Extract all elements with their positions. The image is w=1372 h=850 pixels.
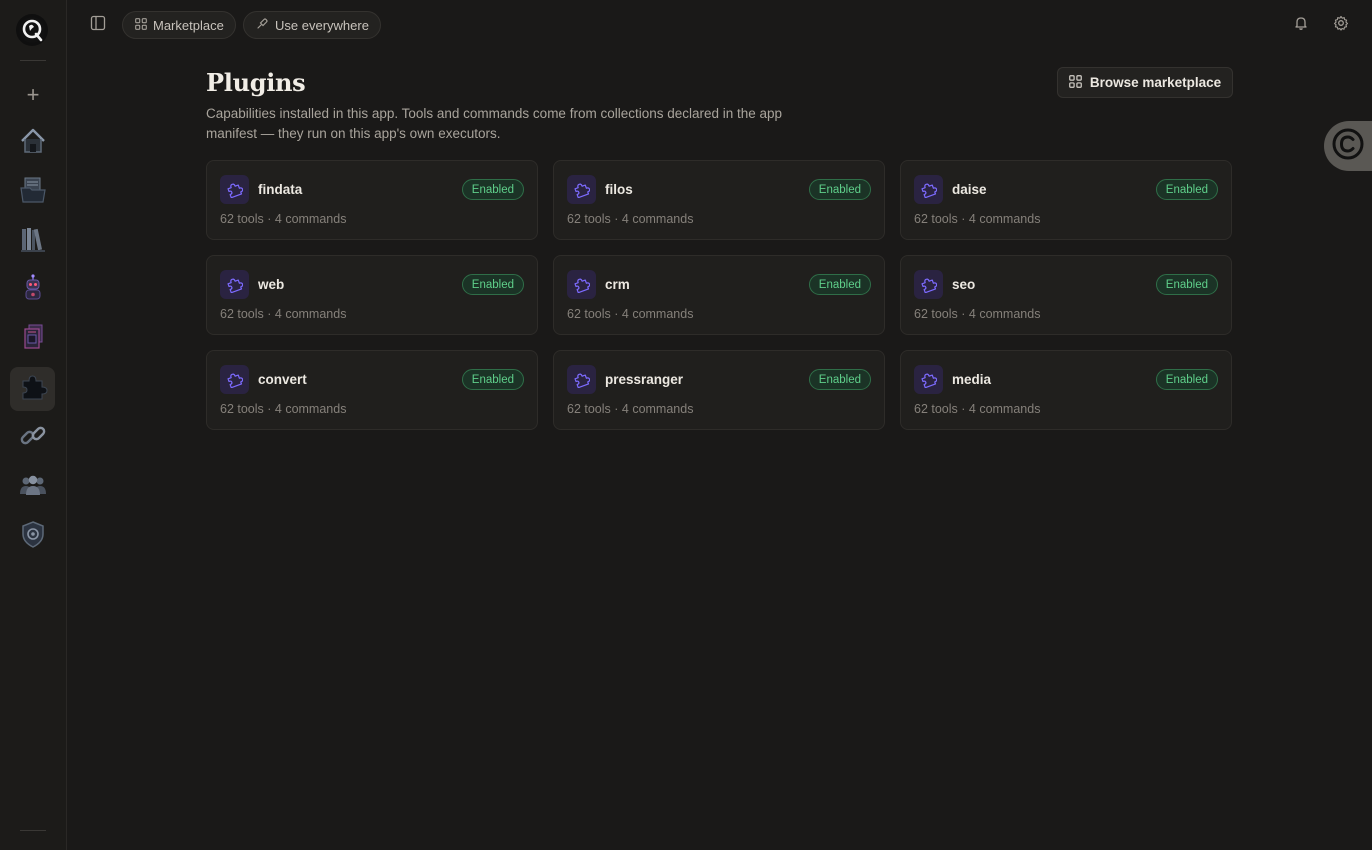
floating-widget-tab[interactable] [1324, 121, 1372, 171]
app-logo-icon[interactable] [16, 14, 48, 46]
plugin-card[interactable]: seo Enabled 62 tools · 4 commands [900, 255, 1232, 335]
plugin-name: convert [258, 372, 307, 387]
plugin-meta: 62 tools · 4 commands [567, 212, 694, 226]
top-bar: Marketplace Use everywhere [67, 0, 1372, 50]
people-group-icon [18, 470, 48, 505]
plugin-meta: 62 tools · 4 commands [914, 212, 1041, 226]
plugin-name: crm [605, 277, 630, 292]
plugin-name: seo [952, 277, 976, 292]
shield-security-icon [18, 519, 48, 554]
plugin-meta: 62 tools · 4 commands [220, 307, 347, 321]
plugin-grid: findata Enabled 62 tools · 4 commands fi… [206, 160, 1232, 430]
bell-icon [1293, 15, 1309, 36]
plugin-meta: 62 tools · 4 commands [220, 402, 347, 416]
puzzle-icon [914, 175, 943, 204]
new-item-button[interactable]: + [18, 80, 48, 110]
plugin-name: filos [605, 182, 633, 197]
link-chain-icon [18, 421, 48, 456]
puzzle-icon [220, 270, 249, 299]
sidebar-toggle-button[interactable] [87, 14, 109, 36]
rail-item-team[interactable] [10, 465, 55, 509]
rail-item-integrations[interactable] [10, 416, 55, 460]
icon-rail: + [0, 0, 67, 850]
plug-icon [256, 17, 269, 33]
plugin-name: daise [952, 182, 987, 197]
rail-item-home[interactable] [10, 121, 55, 165]
plugin-name: findata [258, 182, 303, 197]
plugin-card[interactable]: crm Enabled 62 tools · 4 commands [553, 255, 885, 335]
plugin-card[interactable]: web Enabled 62 tools · 4 commands [206, 255, 538, 335]
plugin-meta: 62 tools · 4 commands [914, 402, 1041, 416]
status-badge: Enabled [1155, 369, 1218, 390]
robot-agent-icon [18, 273, 48, 308]
gear-icon [1333, 15, 1349, 36]
puzzle-icon [220, 365, 249, 394]
folder-documents-icon [18, 175, 48, 210]
plugin-name: web [258, 277, 285, 292]
browse-marketplace-button[interactable]: Browse marketplace [1057, 67, 1233, 98]
browse-marketplace-label: Browse marketplace [1089, 75, 1222, 90]
plugin-card[interactable]: pressranger Enabled 62 tools · 4 command… [553, 350, 885, 430]
app-window: + Marketplace Use everywhere Plugins Cap… [0, 0, 1372, 850]
rail-divider-bottom [20, 830, 46, 831]
grid-icon [1068, 74, 1082, 91]
puzzle-icon [567, 175, 596, 204]
notifications-button[interactable] [1290, 14, 1312, 36]
puzzle-icon [567, 365, 596, 394]
rail-item-documents[interactable] [10, 170, 55, 214]
document-stack-icon [18, 322, 48, 357]
use-everywhere-label: Use everywhere [275, 17, 369, 33]
marketplace-button[interactable]: Marketplace [122, 11, 236, 39]
home-icon [18, 126, 48, 161]
rail-divider [20, 60, 46, 61]
copyright-icon [1331, 127, 1365, 166]
rail-item-documents-stack[interactable] [10, 317, 55, 361]
plugin-meta: 62 tools · 4 commands [220, 212, 347, 226]
status-badge: Enabled [808, 369, 871, 390]
status-badge: Enabled [461, 179, 524, 200]
plugin-name: media [952, 372, 992, 387]
plugin-card[interactable]: convert Enabled 62 tools · 4 commands [206, 350, 538, 430]
rail-item-security[interactable] [10, 514, 55, 558]
status-badge: Enabled [461, 274, 524, 295]
plugin-meta: 62 tools · 4 commands [914, 307, 1041, 321]
puzzle-icon [567, 270, 596, 299]
rail-item-agents[interactable] [10, 268, 55, 312]
marketplace-label: Marketplace [153, 17, 224, 33]
status-badge: Enabled [808, 179, 871, 200]
plugin-card[interactable]: findata Enabled 62 tools · 4 commands [206, 160, 538, 240]
page-description: Capabilities installed in this app. Tool… [206, 106, 783, 141]
plugin-meta: 62 tools · 4 commands [567, 402, 694, 416]
plugin-name: pressranger [605, 372, 684, 387]
plugin-meta: 62 tools · 4 commands [567, 307, 694, 321]
status-badge: Enabled [1155, 274, 1218, 295]
plugin-card[interactable]: filos Enabled 62 tools · 4 commands [553, 160, 885, 240]
sidebar-panel-icon [90, 15, 106, 36]
page-title: Plugins [206, 68, 306, 97]
status-badge: Enabled [1155, 179, 1218, 200]
use-everywhere-button[interactable]: Use everywhere [243, 11, 381, 39]
status-badge: Enabled [808, 274, 871, 295]
status-badge: Enabled [461, 369, 524, 390]
plugin-card[interactable]: media Enabled 62 tools · 4 commands [900, 350, 1232, 430]
puzzle-plugins-icon [18, 372, 48, 407]
puzzle-icon [914, 270, 943, 299]
grid-icon [135, 17, 147, 33]
puzzle-icon [914, 365, 943, 394]
library-icon [18, 224, 48, 259]
puzzle-icon [220, 175, 249, 204]
settings-button[interactable] [1330, 14, 1352, 36]
rail-item-library[interactable] [10, 219, 55, 263]
plugin-card[interactable]: daise Enabled 62 tools · 4 commands [900, 160, 1232, 240]
rail-item-plugins[interactable] [10, 367, 55, 411]
